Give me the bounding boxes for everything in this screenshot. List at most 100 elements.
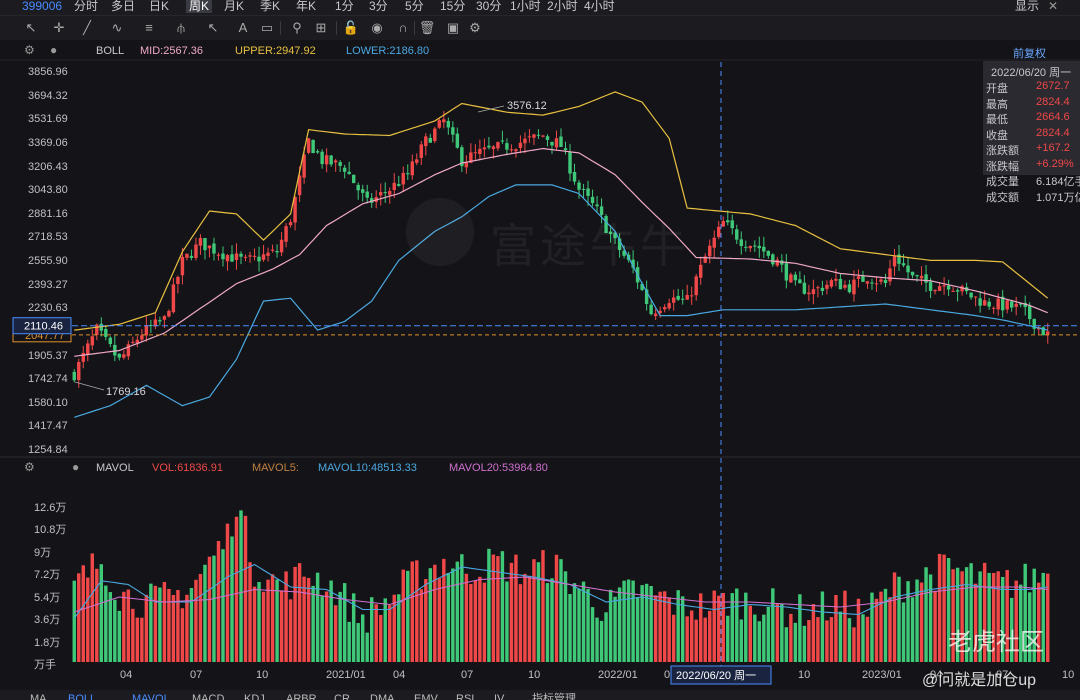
volume-bar bbox=[712, 590, 716, 662]
candle-body bbox=[847, 284, 852, 293]
volume-bar bbox=[699, 593, 703, 662]
indicator-tab-11[interactable]: 指标管理 bbox=[532, 692, 576, 700]
candle-body bbox=[306, 138, 311, 153]
tooltip-row: 成交额 1.071万亿 bbox=[986, 189, 1080, 204]
volume-bar bbox=[595, 617, 599, 662]
candle-body bbox=[662, 307, 667, 310]
indicator-tab-6[interactable]: CR bbox=[334, 692, 350, 700]
volume-bar bbox=[189, 587, 194, 662]
candle-body bbox=[360, 189, 365, 193]
volume-bar bbox=[635, 597, 640, 662]
volume-bar bbox=[901, 602, 906, 662]
candle-body bbox=[252, 255, 257, 257]
candle-body bbox=[843, 284, 847, 288]
candle-body bbox=[798, 279, 802, 284]
candle-body bbox=[122, 354, 126, 358]
boll-name[interactable]: BOLL bbox=[96, 45, 124, 57]
price-tick-label: 2718.53 bbox=[28, 231, 68, 244]
volume-bar bbox=[406, 570, 410, 662]
volume-bar bbox=[739, 619, 743, 662]
candle-body bbox=[275, 251, 279, 253]
volume-bar bbox=[671, 614, 676, 662]
candle-body bbox=[90, 336, 94, 346]
candle-body bbox=[424, 136, 428, 147]
indicator-tab-5[interactable]: ARBR bbox=[286, 692, 317, 700]
volume-bar bbox=[766, 606, 771, 662]
volume-bar bbox=[906, 581, 910, 662]
volume-bar bbox=[545, 583, 550, 662]
volume-bar bbox=[415, 560, 419, 662]
volume-bar bbox=[883, 588, 888, 662]
volume-bar bbox=[383, 598, 387, 662]
time-tick-label: 2022/01 bbox=[598, 669, 638, 681]
mavol-hide-icon[interactable]: ● bbox=[72, 461, 84, 473]
volume-bar bbox=[892, 572, 897, 662]
volume-bar bbox=[532, 559, 536, 662]
mavol-settings-icon[interactable]: ⚙ bbox=[24, 461, 36, 473]
volume-bar bbox=[847, 618, 852, 662]
indicator-tab-0[interactable]: MA bbox=[30, 692, 47, 700]
candle-body bbox=[649, 304, 653, 315]
indicator-tab-4[interactable]: KDJ bbox=[244, 692, 265, 700]
price-tick-label: 1905.37 bbox=[28, 349, 68, 362]
volume-bar bbox=[933, 590, 937, 662]
chart-canvas[interactable]: 2047.772110.462022/06/20 周一3576.121769.1… bbox=[0, 0, 1080, 700]
tooltip-row: 开盘 2672.7 bbox=[986, 80, 1080, 95]
volume-bar bbox=[266, 579, 270, 662]
candle-body bbox=[757, 245, 762, 249]
candle-body bbox=[216, 254, 221, 256]
adjust-menu[interactable]: 前复权 bbox=[1013, 45, 1046, 61]
boll-settings-icon[interactable]: ⚙ bbox=[24, 44, 36, 56]
candle-body bbox=[793, 274, 798, 281]
candle-body bbox=[987, 301, 991, 307]
candle-body bbox=[996, 298, 1000, 310]
volume-bar bbox=[342, 583, 347, 662]
indicator-tab-3[interactable]: MACD bbox=[192, 692, 224, 700]
mavol-name[interactable]: MAVOL bbox=[96, 462, 134, 474]
boll-hide-icon[interactable]: ● bbox=[50, 44, 62, 56]
candle-body bbox=[991, 307, 996, 309]
candle-body bbox=[933, 290, 937, 292]
indicator-tab-9[interactable]: RSI bbox=[456, 692, 474, 700]
candle-body bbox=[581, 188, 586, 190]
candle-body bbox=[694, 276, 698, 296]
candle-body bbox=[541, 135, 545, 137]
volume-bar bbox=[162, 581, 167, 662]
price-tick-label: 3531.69 bbox=[28, 113, 68, 126]
volume-bar bbox=[874, 598, 879, 662]
indicator-tab-10[interactable]: IV bbox=[494, 692, 504, 700]
author-watermark: @问就是加仓up bbox=[922, 672, 1037, 689]
tooltip-value: 2664.6 bbox=[1036, 111, 1070, 123]
volume-bar bbox=[626, 579, 631, 662]
price-tick-label: 3043.80 bbox=[28, 184, 68, 197]
volume-bar bbox=[410, 561, 414, 662]
candle-body bbox=[978, 298, 982, 306]
volume-bar bbox=[419, 589, 423, 662]
tooltip-value: 2824.4 bbox=[1036, 95, 1070, 108]
volume-bar bbox=[185, 594, 189, 662]
volume-bar bbox=[928, 574, 933, 662]
volume-bar bbox=[108, 592, 113, 662]
candle-body bbox=[401, 172, 405, 185]
volume-bar bbox=[577, 588, 581, 662]
volume-bar bbox=[924, 567, 928, 662]
candle-body bbox=[680, 298, 685, 300]
candle-body bbox=[919, 275, 924, 279]
candle-body bbox=[406, 173, 410, 175]
volume-bar bbox=[689, 610, 694, 662]
volume-bar bbox=[753, 614, 757, 662]
indicator-tab-7[interactable]: DMA bbox=[370, 692, 394, 700]
candle-body bbox=[487, 145, 491, 148]
volume-tick-label: 万手 bbox=[34, 659, 56, 671]
candle-body bbox=[342, 167, 347, 172]
indicator-tab-1[interactable]: BOLL bbox=[68, 692, 96, 700]
candle-body bbox=[829, 280, 834, 287]
indicator-tab-2[interactable]: MAVOL bbox=[132, 692, 170, 700]
volume-bar bbox=[122, 591, 126, 662]
candle-body bbox=[667, 303, 671, 309]
volume-bar bbox=[478, 576, 482, 662]
candle-body bbox=[739, 239, 743, 246]
candle-body bbox=[689, 295, 694, 297]
candle-body bbox=[653, 313, 658, 317]
indicator-tab-8[interactable]: EMV bbox=[414, 692, 438, 700]
